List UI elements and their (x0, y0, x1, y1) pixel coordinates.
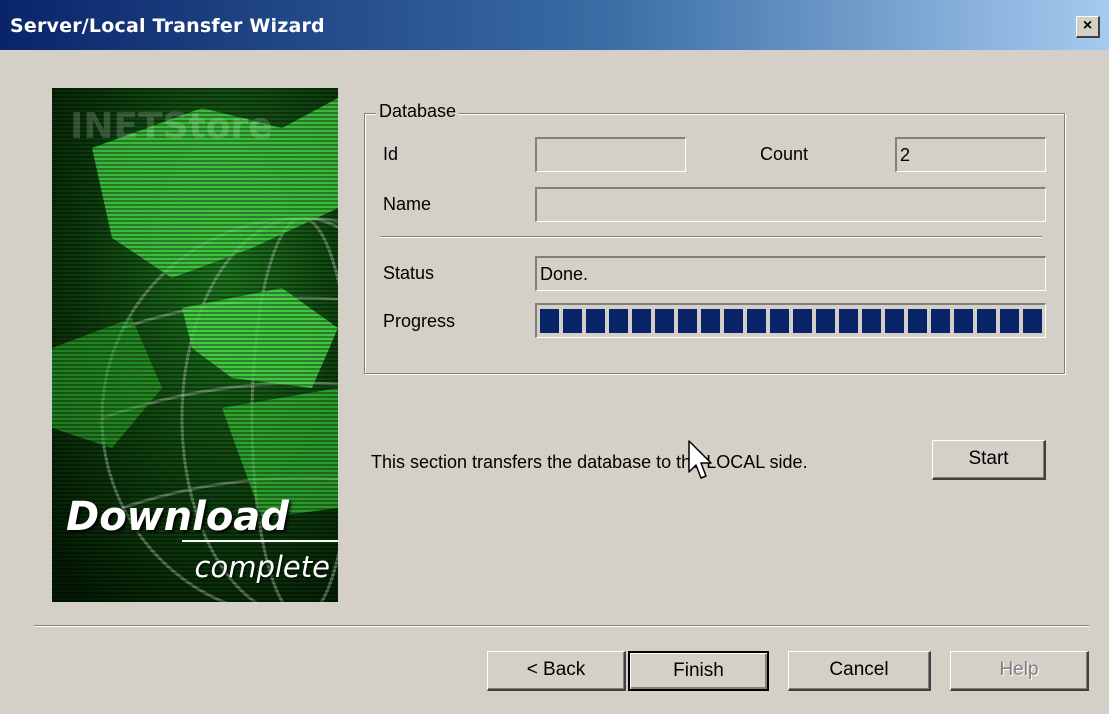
id-field[interactable] (535, 137, 686, 172)
banner-title: Download (66, 494, 289, 540)
count-label: Count (760, 144, 809, 164)
info-text: This section transfers the database to t… (371, 452, 808, 472)
status-label: Status (383, 263, 435, 283)
count-field[interactable]: 2 (895, 137, 1046, 172)
mouse-cursor-icon (688, 440, 712, 479)
progress-fill (540, 309, 1042, 333)
close-button[interactable]: × (1076, 16, 1100, 38)
progress-bar (535, 303, 1046, 338)
help-button[interactable]: Help (950, 651, 1089, 691)
database-legend: Database (376, 101, 460, 122)
wizard-banner-image: INETStore Download complete (52, 88, 338, 602)
banner-watermark: INETStore (70, 106, 273, 147)
finish-button[interactable]: Finish (628, 651, 769, 691)
progress-track (540, 309, 1042, 333)
start-button[interactable]: Start (932, 440, 1046, 480)
group-divider (380, 236, 1042, 238)
footer-divider (34, 625, 1089, 627)
cancel-button[interactable]: Cancel (788, 651, 931, 691)
window-title: Server/Local Transfer Wizard (10, 15, 325, 37)
name-field[interactable] (535, 187, 1046, 222)
banner-subtitle: complete (194, 550, 330, 584)
back-button[interactable]: < Back (487, 651, 626, 691)
status-field[interactable]: Done. (535, 256, 1046, 291)
progress-label: Progress (383, 311, 456, 331)
name-label: Name (383, 194, 432, 214)
banner-rule (182, 540, 338, 542)
id-label: Id (383, 144, 399, 164)
title-bar: Server/Local Transfer Wizard × (0, 0, 1109, 50)
